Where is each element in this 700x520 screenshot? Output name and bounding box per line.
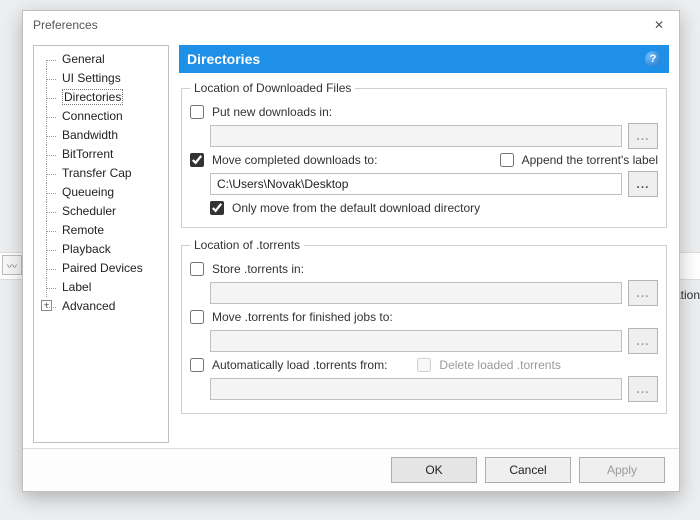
panel-header: Directories ? xyxy=(179,45,669,73)
checkbox-input[interactable] xyxy=(210,201,224,215)
browse-button[interactable]: ... xyxy=(628,328,658,354)
apply-button[interactable]: Apply xyxy=(579,457,665,483)
browse-button[interactable]: ... xyxy=(628,376,658,402)
category-tree[interactable]: General UI Settings Directories Connecti… xyxy=(33,45,169,443)
move-completed-path-input[interactable] xyxy=(210,173,622,195)
checkbox-label: Only move from the default download dire… xyxy=(232,200,480,216)
tree-item-label: Paired Devices xyxy=(62,261,143,275)
ok-button[interactable]: OK xyxy=(391,457,477,483)
tree-item-queueing[interactable]: Queueing xyxy=(34,183,168,202)
checkbox-put-new-downloads[interactable]: Put new downloads in: xyxy=(190,104,332,120)
checkbox-label: Put new downloads in: xyxy=(212,104,332,120)
store-torrents-path-input[interactable] xyxy=(210,282,622,304)
group-legend-torrents: Location of .torrents xyxy=(190,238,304,252)
checkbox-label: Delete loaded .torrents xyxy=(439,357,560,373)
tree-item-label-text: Label xyxy=(62,280,91,294)
tree-item-label: Transfer Cap xyxy=(62,166,132,180)
group-legend-downloaded: Location of Downloaded Files xyxy=(190,81,355,95)
tree-item-label: Directories xyxy=(62,89,123,105)
checkbox-auto-load-torrents[interactable]: Automatically load .torrents from: xyxy=(190,357,387,373)
background-toolbar-button[interactable]: 〰 xyxy=(2,255,22,275)
checkbox-label: Move completed downloads to: xyxy=(212,152,377,168)
group-torrents-location: Location of .torrents Store .torrents in… xyxy=(181,238,667,414)
tree-item-transfer-cap[interactable]: Transfer Cap xyxy=(34,164,168,183)
tree-item-ui-settings[interactable]: UI Settings xyxy=(34,69,168,88)
preferences-dialog: Preferences ✕ General UI Settings Direct… xyxy=(22,10,680,492)
tree-item-label: Advanced xyxy=(62,299,115,313)
browse-button[interactable]: ... xyxy=(628,280,658,306)
group-downloaded-files: Location of Downloaded Files Put new dow… xyxy=(181,81,667,228)
checkbox-append-label[interactable]: Append the torrent's label xyxy=(500,152,658,168)
checkbox-input xyxy=(417,358,431,372)
tree-item-bandwidth[interactable]: Bandwidth xyxy=(34,126,168,145)
checkbox-move-completed[interactable]: Move completed downloads to: xyxy=(190,152,377,168)
tree-item-bittorrent[interactable]: BitTorrent xyxy=(34,145,168,164)
tree-item-directories[interactable]: Directories xyxy=(34,88,168,107)
titlebar: Preferences ✕ xyxy=(23,11,679,39)
checkbox-label: Move .torrents for finished jobs to: xyxy=(212,309,393,325)
checkbox-move-finished-torrents[interactable]: Move .torrents for finished jobs to: xyxy=(190,309,393,325)
tree-item-advanced[interactable]: + Advanced xyxy=(34,297,168,316)
dialog-footer: OK Cancel Apply xyxy=(23,448,679,491)
checkbox-input[interactable] xyxy=(190,262,204,276)
tree-item-label: Queueing xyxy=(62,185,114,199)
panel-title: Directories xyxy=(187,51,260,67)
tree-item-playback[interactable]: Playback xyxy=(34,240,168,259)
expand-icon[interactable]: + xyxy=(41,300,52,311)
tree-item-scheduler[interactable]: Scheduler xyxy=(34,202,168,221)
tree-item-label: General xyxy=(62,52,105,66)
checkbox-label: Automatically load .torrents from: xyxy=(212,357,387,373)
tree-item-label: UI Settings xyxy=(62,71,121,85)
cancel-button[interactable]: Cancel xyxy=(485,457,571,483)
checkbox-label: Append the torrent's label xyxy=(522,152,658,168)
checkbox-store-torrents[interactable]: Store .torrents in: xyxy=(190,261,304,277)
auto-load-path-input[interactable] xyxy=(210,378,622,400)
tree-item-connection[interactable]: Connection xyxy=(34,107,168,126)
checkbox-input[interactable] xyxy=(190,153,204,167)
checkbox-label: Store .torrents in: xyxy=(212,261,304,277)
checkbox-input[interactable] xyxy=(190,358,204,372)
tree-item-label: Connection xyxy=(62,109,123,123)
move-finished-path-input[interactable] xyxy=(210,330,622,352)
tree-item-paired-devices[interactable]: Paired Devices xyxy=(34,259,168,278)
tree-item-label: Remote xyxy=(62,223,104,237)
checkbox-input[interactable] xyxy=(500,153,514,167)
settings-panel: Directories ? Location of Downloaded Fil… xyxy=(179,45,669,443)
tree-item-label: Playback xyxy=(62,242,111,256)
close-icon: ✕ xyxy=(654,18,664,32)
checkbox-input[interactable] xyxy=(190,105,204,119)
help-icon[interactable]: ? xyxy=(645,51,661,67)
put-new-path-input[interactable] xyxy=(210,125,622,147)
tree-item-label: BitTorrent xyxy=(62,147,113,161)
tree-item-label: Scheduler xyxy=(62,204,116,218)
browse-button[interactable]: ... xyxy=(628,171,658,197)
tree-item-general[interactable]: General xyxy=(34,50,168,69)
checkbox-only-move-default[interactable]: Only move from the default download dire… xyxy=(210,200,480,216)
checkbox-delete-loaded: Delete loaded .torrents xyxy=(417,357,560,373)
browse-button[interactable]: ... xyxy=(628,123,658,149)
tree-item-label[interactable]: Label xyxy=(34,278,168,297)
tree-item-label: Bandwidth xyxy=(62,128,118,142)
close-button[interactable]: ✕ xyxy=(639,11,679,39)
tree-item-remote[interactable]: Remote xyxy=(34,221,168,240)
window-title: Preferences xyxy=(33,18,639,32)
checkbox-input[interactable] xyxy=(190,310,204,324)
